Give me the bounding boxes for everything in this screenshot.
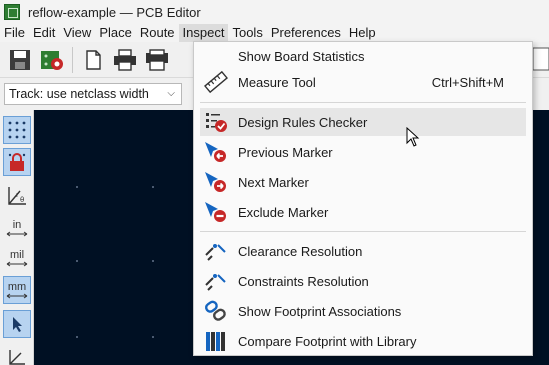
units-inches-button[interactable]: in [3,214,31,242]
board-setup-button[interactable] [38,46,66,74]
menu-item-label: Compare Footprint with Library [238,333,417,349]
angle-snap-button[interactable] [3,342,31,365]
toolbar-separator [72,46,73,73]
grid-dots-icon [8,121,26,139]
mouse-cursor-icon [406,127,420,147]
units-mils-button[interactable]: mil [3,244,31,272]
exclude-marker-icon [204,200,228,224]
polar-coords-button[interactable]: r θ [3,182,31,210]
left-toolbar: r θ in mil mm [0,110,34,365]
cursor-arrow-icon [13,317,22,332]
menu-item-label: Constraints Resolution [238,273,369,289]
save-button[interactable] [6,46,34,74]
track-width-select[interactable]: Track: use netclass width ⌵ [4,83,182,105]
menu-item-next-marker[interactable]: Next Marker [200,168,526,196]
constraints-icon [204,269,228,293]
menu-item-label: Show Board Statistics [238,48,365,64]
grid-dot [152,336,154,338]
menu-item-design-rules-checker[interactable]: Design Rules Checker [200,108,526,136]
menu-item-label: Design Rules Checker [238,114,368,130]
menu-route[interactable]: Route [136,24,179,42]
units-mm-label: mm [7,280,27,293]
page-settings-icon [86,49,101,70]
polar-coords-icon: r θ [8,187,26,205]
menu-file[interactable]: File [0,24,29,42]
pcb-editor-app-icon [4,4,20,20]
measure-arrow-icon [6,293,28,298]
plot-button[interactable] [143,46,171,74]
plot-icon [146,48,168,71]
drc-checklist-icon [204,110,228,134]
menu-item-label: Measure Tool [238,74,316,90]
page-settings-button[interactable] [79,46,107,74]
grid-dot [152,186,154,188]
ruler-icon [204,70,228,94]
title-bar: reflow-example — PCB Editor [0,0,549,24]
menu-separator [200,102,526,103]
grid-dot [152,260,154,262]
footprint-associations-icon [204,299,228,323]
menu-item-label: Exclude Marker [238,204,329,220]
grid-dot [76,260,78,262]
measure-arrow-icon [6,261,28,266]
menu-item-clearance-resolution[interactable]: Clearance Resolution [200,237,526,265]
chevron-down-icon: ⌵ [167,88,175,99]
menu-tools[interactable]: Tools [228,24,266,42]
menu-view[interactable]: View [59,24,95,42]
select-cursor-button[interactable] [3,310,31,338]
menu-separator [200,231,526,232]
menu-item-constraints-resolution[interactable]: Constraints Resolution [200,267,526,295]
printer-icon [114,48,136,71]
compare-library-icon [204,329,228,353]
menu-item-label: Show Footprint Associations [238,303,402,319]
units-mils-label: mil [9,248,25,261]
window-title: reflow-example — PCB Editor [28,4,201,20]
menu-bar: File Edit View Place Route Inspect Tools… [0,24,549,42]
menu-item-exclude-marker[interactable]: Exclude Marker [200,198,526,226]
next-marker-icon [204,170,228,194]
menu-help[interactable]: Help [345,24,380,42]
menu-item-show-footprint-associations[interactable]: Show Footprint Associations [200,297,526,325]
track-width-value: Track: use netclass width [9,87,149,101]
menu-item-label: Previous Marker [238,144,333,160]
print-button[interactable] [111,46,139,74]
menu-item-shortcut: Ctrl+Shift+M [431,74,504,90]
units-mm-button[interactable]: mm [3,276,31,304]
menu-item-label: Next Marker [238,174,309,190]
menu-place[interactable]: Place [95,24,136,42]
menu-item-previous-marker[interactable]: Previous Marker [200,138,526,166]
units-inches-label: in [12,218,22,231]
menu-item-measure-tool[interactable]: Measure Tool Ctrl+Shift+M [200,68,526,96]
menu-item-show-board-statistics[interactable]: Show Board Statistics [200,42,526,70]
clearance-icon [204,239,228,263]
menu-item-label: Clearance Resolution [238,243,363,259]
menu-preferences[interactable]: Preferences [267,24,345,42]
menu-edit[interactable]: Edit [29,24,59,42]
save-icon [10,49,30,70]
menu-item-compare-footprint-with-library[interactable]: Compare Footprint with Library [200,327,526,355]
grid-toggle-button[interactable] [3,116,31,144]
measure-arrow-icon [6,231,28,236]
svg-text:θ: θ [20,196,24,204]
grid-dot [76,186,78,188]
menu-inspect[interactable]: Inspect [178,24,229,42]
inspect-menu-dropdown: Show Board Statistics Measure Tool Ctrl+… [193,41,533,356]
svg-text:r: r [16,191,19,199]
grid-dot [76,336,78,338]
angle-snap-icon [9,350,25,365]
grid-lock-button[interactable] [3,148,31,176]
board-setup-icon [41,50,63,70]
previous-marker-icon [204,140,228,164]
grid-lock-icon [8,153,26,171]
